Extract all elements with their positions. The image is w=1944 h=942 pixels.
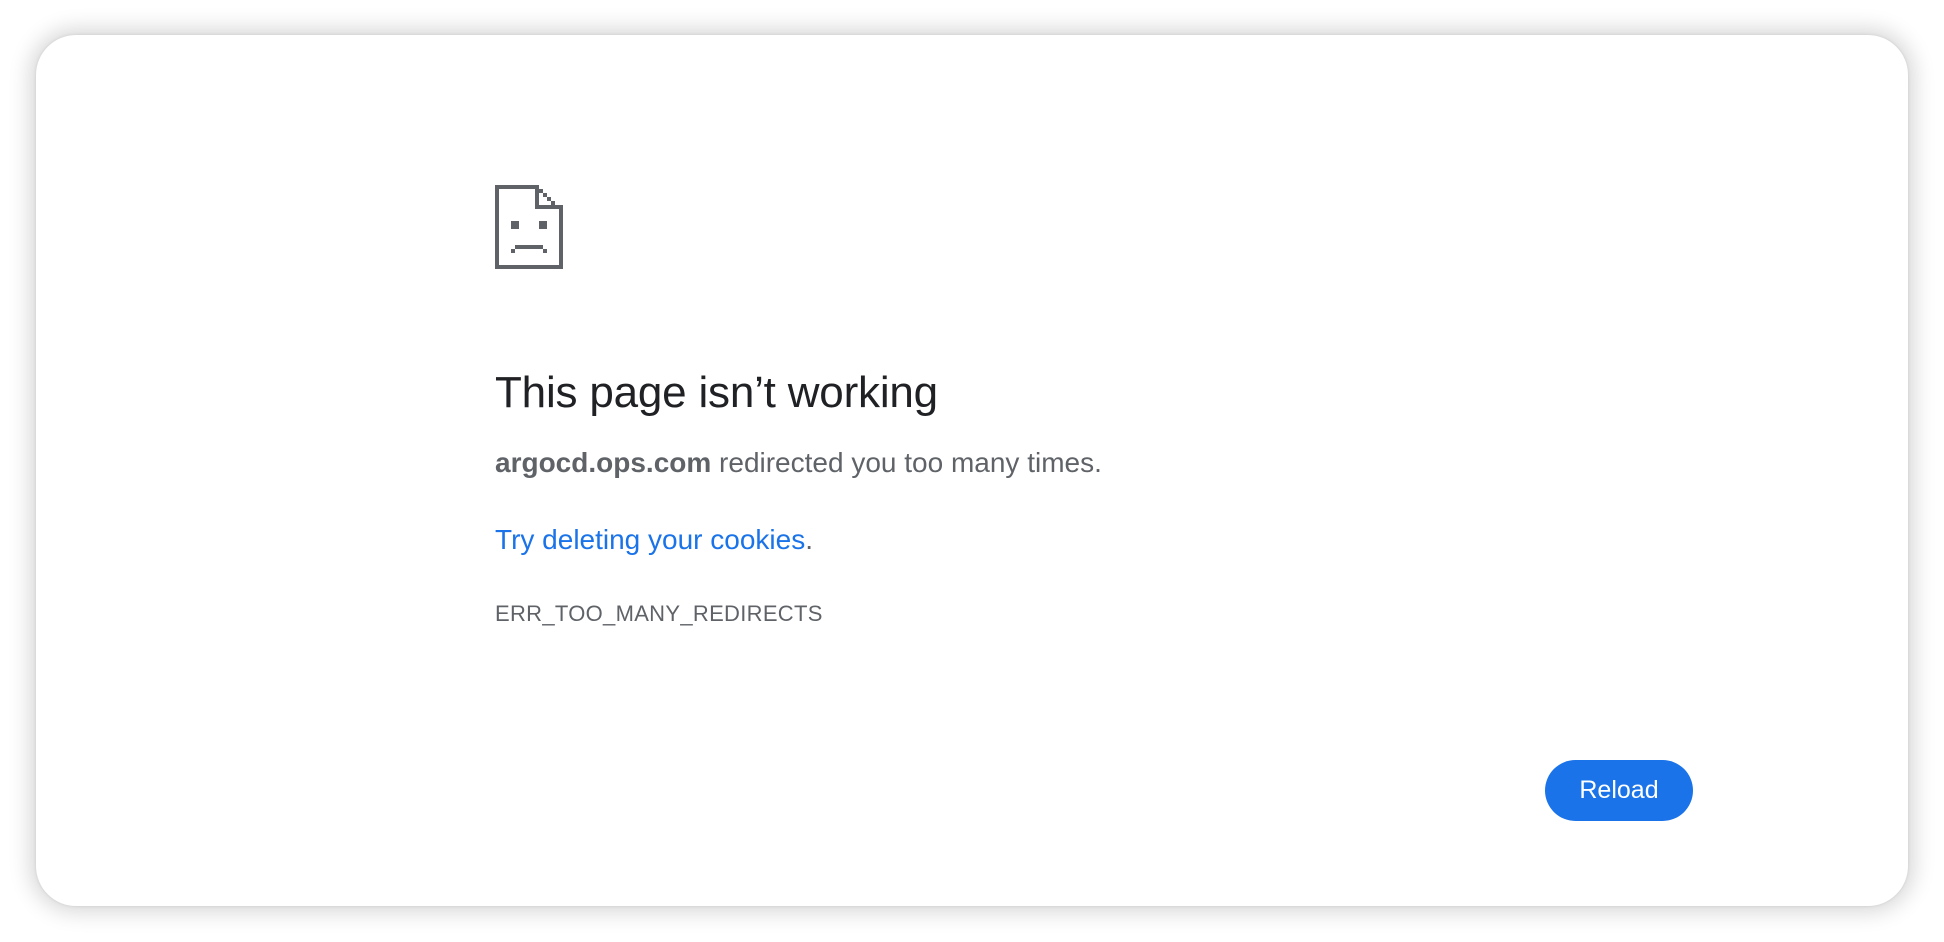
error-message: argocd.ops.com redirected you too many t…: [495, 445, 1495, 481]
suggestion: Try deleting your cookies.: [495, 522, 1495, 558]
sad-document-icon: [495, 185, 563, 269]
browser-window: This page isn’t working argocd.ops.com r…: [36, 35, 1908, 906]
error-title: This page isn’t working: [495, 368, 938, 417]
error-code: ERR_TOO_MANY_REDIRECTS: [495, 601, 823, 626]
suggestion-period: .: [805, 524, 813, 555]
reload-button[interactable]: Reload: [1545, 760, 1693, 821]
error-message-text: redirected you too many times.: [711, 447, 1102, 478]
error-host: argocd.ops.com: [495, 447, 712, 478]
delete-cookies-link[interactable]: Try deleting your cookies: [495, 524, 805, 555]
error-content: This page isn’t working argocd.ops.com r…: [495, 185, 1495, 628]
